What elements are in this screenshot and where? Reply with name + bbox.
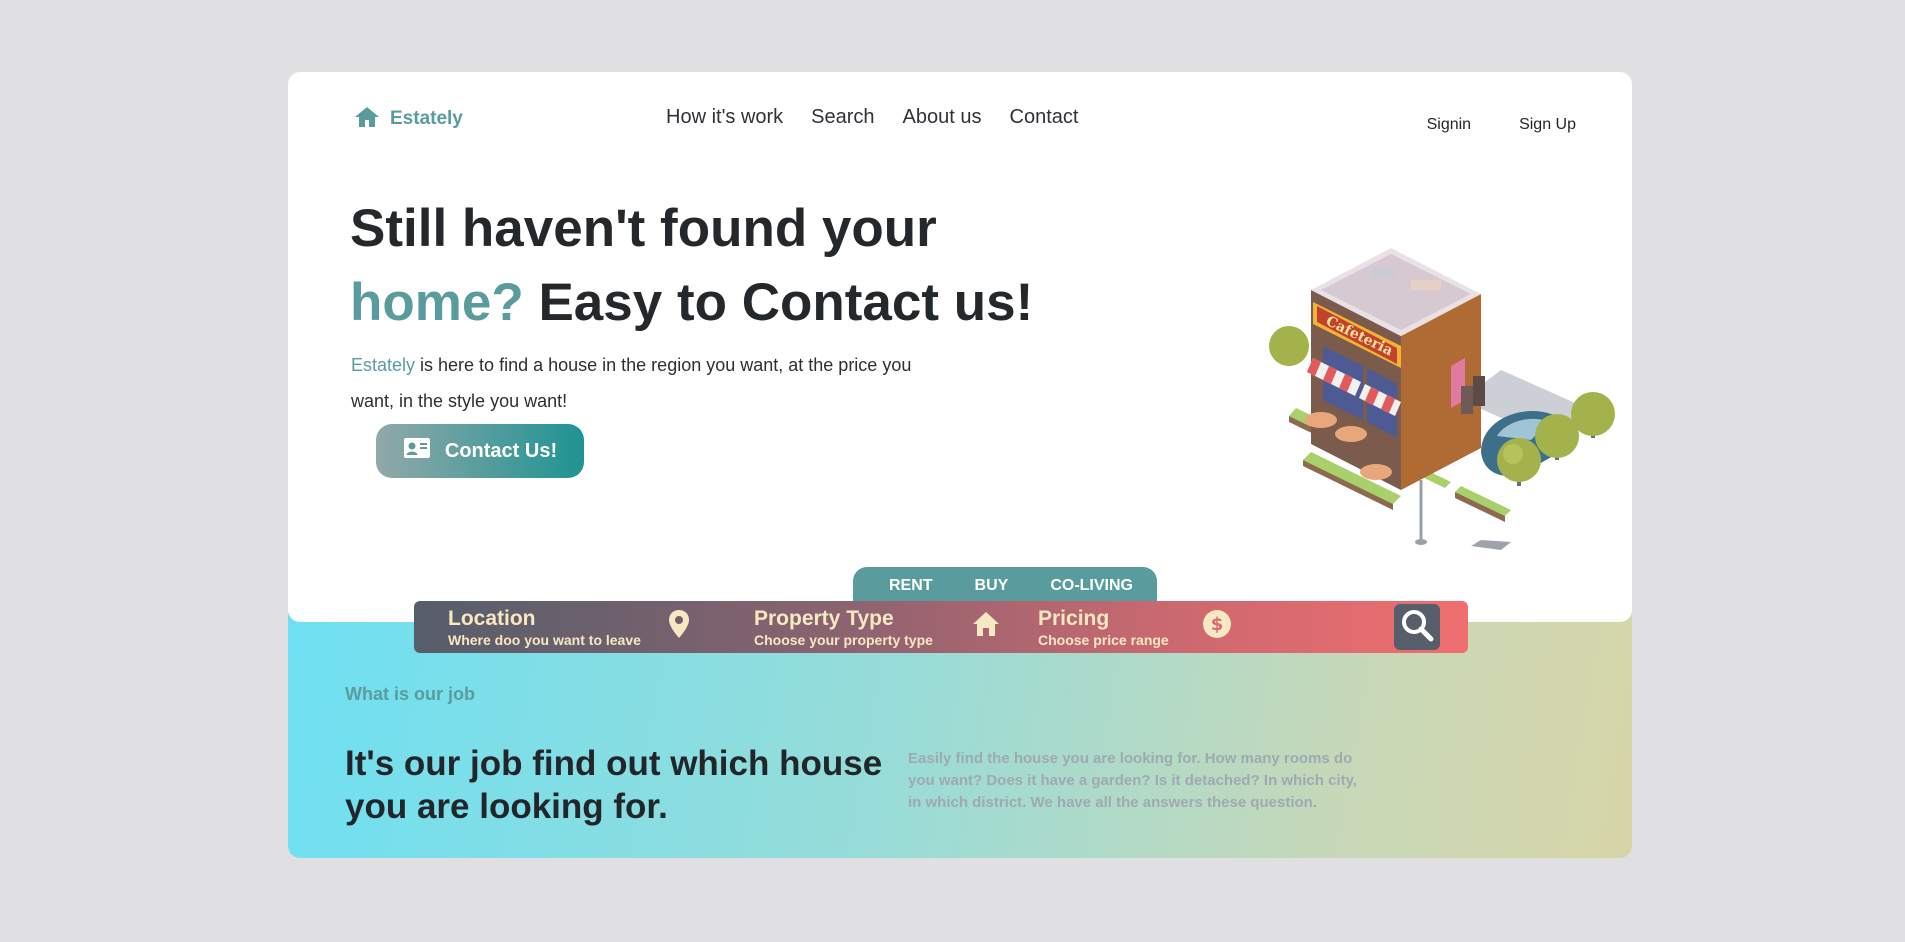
hero-title-accent: home?: [350, 273, 524, 332]
nav-how-it-works[interactable]: How it's work: [666, 106, 783, 129]
pricing-field[interactable]: Pricing Choose price range: [1038, 607, 1169, 649]
house-icon[interactable]: [972, 611, 1000, 642]
nav-contact[interactable]: Contact: [1010, 106, 1079, 129]
job-title: It's our job find out which house you ar…: [345, 744, 883, 826]
signup-link[interactable]: Sign Up: [1519, 116, 1576, 134]
property-type-sub: Choose your property type: [754, 632, 933, 648]
tab-co-living[interactable]: CO-LIVING: [1036, 567, 1147, 603]
signin-link[interactable]: Signin: [1427, 116, 1471, 134]
contact-card-icon: [403, 437, 431, 465]
hero-section: Estately How it's work Search About us C…: [288, 72, 1632, 622]
hero-title: Still haven't found your home? Easy to C…: [350, 192, 1070, 340]
location-sub: Where doo you want to leave: [448, 632, 641, 648]
hero-title-line1: Still haven't found your: [350, 199, 937, 258]
tab-rent[interactable]: RENT: [863, 567, 961, 603]
property-type-label: Property Type: [754, 607, 894, 630]
contact-us-button[interactable]: Contact Us!: [376, 424, 584, 478]
svg-text:$: $: [1211, 614, 1224, 635]
search-button[interactable]: [1394, 604, 1440, 650]
nav-search[interactable]: Search: [811, 106, 874, 129]
property-type-field[interactable]: Property Type Choose your property type: [754, 607, 933, 649]
listing-type-tabs: RENT BUY CO-LIVING: [853, 567, 1157, 603]
logo-text: Estately: [390, 108, 463, 129]
home-icon: [354, 106, 380, 128]
job-eyebrow: What is our job: [345, 684, 475, 704]
hero-desc-text: is here to find a house in the region yo…: [351, 355, 912, 411]
main-card: Estately How it's work Search About us C…: [288, 72, 1632, 858]
logo[interactable]: Estately: [354, 104, 463, 130]
cafeteria-illustration: Cafeteria: [1251, 190, 1631, 555]
nav-about-us[interactable]: About us: [903, 106, 982, 129]
pricing-sub: Choose price range: [1038, 632, 1169, 648]
hero-desc-brand: Estately: [351, 355, 416, 375]
auth-links: Signin Sign Up: [1427, 116, 1576, 134]
location-field[interactable]: Location Where doo you want to leave: [448, 607, 641, 649]
location-label: Location: [448, 607, 536, 630]
hero-title-rest: Easy to Contact us!: [523, 273, 1034, 332]
dollar-icon[interactable]: $: [1202, 609, 1232, 644]
main-nav: How it's work Search About us Contact: [666, 106, 1078, 129]
contact-us-label: Contact Us!: [444, 439, 558, 462]
hero-description: Estately is here to find a house in the …: [351, 347, 931, 419]
tab-buy[interactable]: BUY: [961, 567, 1037, 603]
pricing-label: Pricing: [1038, 607, 1110, 630]
location-pin-icon[interactable]: [668, 609, 690, 644]
search-icon: [1400, 608, 1434, 647]
search-bar: Location Where doo you want to leave Pro…: [414, 601, 1468, 653]
job-description: Easily find the house you are looking fo…: [908, 750, 1357, 811]
